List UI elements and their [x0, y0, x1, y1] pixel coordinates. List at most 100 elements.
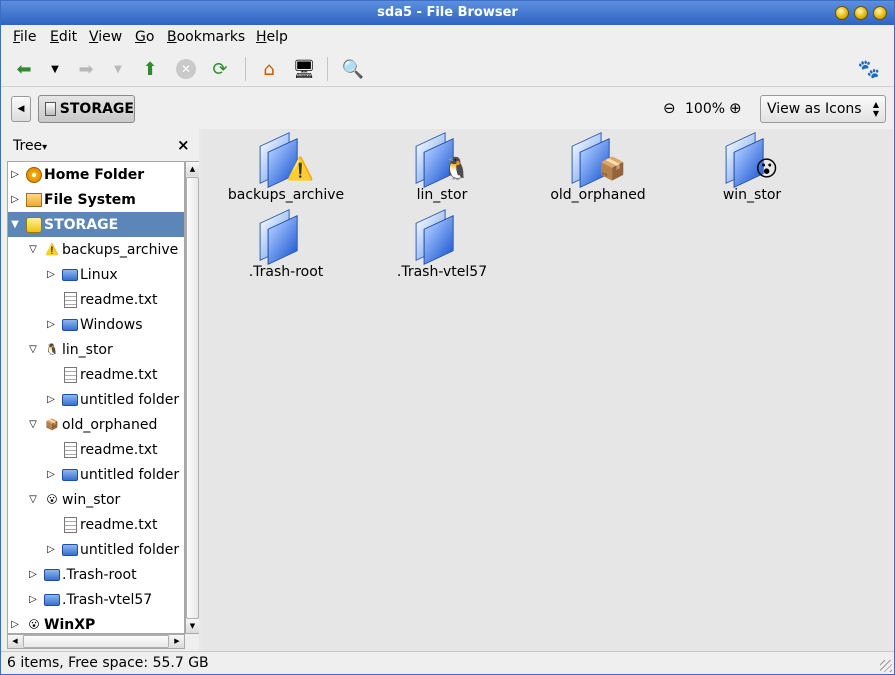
expander-down-icon[interactable]: ▽ [28, 419, 38, 430]
folder-icon: 📦 [571, 132, 626, 188]
folder-icon [44, 592, 60, 608]
scroll-down-arrow-icon[interactable]: ▼ [186, 619, 199, 633]
scroll-right-arrow-icon[interactable]: ▶ [170, 635, 184, 648]
tree-row-linux[interactable]: ▷ Linux [8, 262, 184, 287]
home-folder-icon [26, 166, 42, 183]
maximize-button[interactable] [854, 6, 868, 20]
expander-right-icon[interactable]: ▷ [46, 469, 56, 480]
resize-grip-icon[interactable] [880, 660, 892, 672]
expander-right-icon[interactable]: ▷ [10, 169, 20, 180]
scroll-left-arrow-icon[interactable]: ◀ [8, 635, 22, 648]
sidebar-type-select[interactable]: Tree▾ [13, 138, 47, 154]
tree-row-label: old_orphaned [62, 416, 158, 433]
path-button-storage[interactable]: STORAGE [38, 95, 135, 123]
path-scroll-left-button[interactable]: ◀ [11, 96, 31, 122]
location-bar: ◀ STORAGE ⊖ 100% ⊕ View as Icons ▲ ▼ [1, 89, 894, 127]
tree-row-trash-root[interactable]: ▷ .Trash-root [8, 562, 184, 587]
tree-row-lin-stor[interactable]: ▽ 🐧 lin_stor [8, 337, 184, 362]
scroll-up-arrow-icon[interactable]: ▲ [186, 162, 199, 176]
search-icon[interactable]: 🔍 [340, 56, 366, 82]
tree-row-readme[interactable]: readme.txt [8, 437, 184, 462]
gnome-foot-icon: 🐾 [857, 58, 881, 80]
forward-history-chevron-down-icon[interactable]: ▼ [111, 56, 125, 82]
tree-row-label: readme.txt [80, 291, 158, 308]
tree-row-file-system[interactable]: ▷ File System [8, 187, 184, 212]
tree-row-windows[interactable]: ▷ Windows [8, 312, 184, 337]
expander-right-icon[interactable]: ▷ [28, 569, 38, 580]
tree-view[interactable]: ▷ Home Folder ▷ File System ▼ STORAGE ▽ … [7, 161, 185, 634]
menu-help[interactable]: Help [256, 29, 288, 45]
expander-right-icon[interactable]: ▷ [10, 619, 20, 630]
close-sidebar-icon[interactable]: × [177, 136, 190, 154]
tree-row-untitled-folder[interactable]: ▷ untitled folder [8, 537, 184, 562]
folder-item-trash-vtel57[interactable]: .Trash-vtel57 [367, 209, 517, 284]
expander-right-icon[interactable]: ▷ [46, 319, 56, 330]
tree-row-readme[interactable]: readme.txt [8, 287, 184, 312]
tree-row-label: .Trash-vtel57 [62, 591, 153, 608]
expander-down-icon[interactable]: ▽ [28, 494, 38, 505]
stop-icon[interactable]: ✕ [173, 56, 199, 82]
close-window-button[interactable] [873, 6, 887, 20]
expander-right-icon[interactable]: ▷ [10, 194, 20, 205]
package-folder-icon: 📦 [45, 418, 59, 431]
tree-row-backups-archive[interactable]: ▽ ⚠️ backups_archive [8, 237, 184, 262]
icon-view[interactable]: ⚠️ backups_archive 🐧 lin_stor 📦 old_orph… [203, 129, 893, 651]
scrollbar-thumb[interactable] [23, 635, 169, 648]
tree-row-untitled-folder[interactable]: ▷ untitled folder [8, 387, 184, 412]
menu-bookmarks[interactable]: Bookmarks [167, 29, 245, 45]
zoom-out-icon[interactable]: ⊖ [663, 99, 676, 117]
back-history-chevron-down-icon[interactable]: ▼ [48, 56, 62, 82]
folder-item-old-orphaned[interactable]: 📦 old_orphaned [523, 132, 673, 207]
text-file-icon [62, 291, 78, 308]
tree-row-readme[interactable]: readme.txt [8, 512, 184, 537]
folder-item-win-stor[interactable]: 😮 win_stor [677, 132, 827, 207]
expander-down-icon[interactable]: ▼ [10, 219, 20, 230]
title-bar[interactable]: sda5 - File Browser [1, 1, 894, 25]
folder-icon [62, 467, 78, 483]
tree-row-win-stor[interactable]: ▽ 😮 win_stor [8, 487, 184, 512]
tree-row-old-orphaned[interactable]: ▽ 📦 old_orphaned [8, 412, 184, 437]
scared-face-drive-icon: 😮 [28, 618, 40, 631]
tree-row-winxp[interactable]: ▷ 😮 WinXP [8, 612, 184, 633]
home-icon[interactable]: ⌂ [256, 56, 282, 82]
drive-icon [26, 216, 42, 233]
expander-down-icon[interactable]: ▽ [28, 244, 38, 255]
expander-right-icon[interactable]: ▷ [46, 269, 56, 280]
scrollbar-thumb[interactable] [186, 177, 199, 619]
item-name: .Trash-vtel57 [396, 264, 488, 280]
expander-down-icon[interactable]: ▽ [28, 344, 38, 355]
expander-right-icon[interactable]: ▷ [46, 394, 56, 405]
tree-row-label: readme.txt [80, 441, 158, 458]
menu-view[interactable]: View [89, 29, 122, 45]
computer-icon[interactable]: 🖥 [291, 56, 317, 82]
tree-row-label: Home Folder [44, 166, 145, 183]
menu-edit[interactable]: Edit [50, 29, 77, 45]
tree-row-home-folder[interactable]: ▷ Home Folder [8, 162, 184, 187]
tree-row-label: lin_stor [62, 341, 113, 358]
item-name: .Trash-root [248, 264, 324, 280]
back-arrow-icon[interactable]: ⬅ [11, 56, 37, 82]
tree-row-storage[interactable]: ▼ STORAGE [8, 212, 184, 237]
tree-row-label: untitled folder [80, 466, 180, 483]
zoom-in-icon[interactable]: ⊕ [729, 99, 742, 117]
tree-row-trash-vtel57[interactable]: ▷ .Trash-vtel57 [8, 587, 184, 612]
tree-row-readme[interactable]: readme.txt [8, 362, 184, 387]
folder-item-trash-root[interactable]: .Trash-root [211, 209, 361, 284]
tree-row-untitled-folder[interactable]: ▷ untitled folder [8, 462, 184, 487]
forward-arrow-icon[interactable]: ➡ [73, 56, 99, 82]
folder-item-lin-stor[interactable]: 🐧 lin_stor [367, 132, 517, 207]
tree-row-label: untitled folder [80, 391, 180, 408]
tree-horizontal-scrollbar[interactable]: ◀ ▶ [7, 634, 185, 649]
tree-vertical-scrollbar[interactable]: ▲ ▼ [185, 161, 200, 634]
menu-go[interactable]: Go [135, 29, 154, 45]
folder-item-backups-archive[interactable]: ⚠️ backups_archive [211, 132, 361, 207]
reload-icon[interactable]: ⟳ [207, 56, 233, 82]
view-mode-select[interactable]: View as Icons ▲ ▼ [760, 95, 886, 123]
up-arrow-icon[interactable]: ⬆ [137, 56, 163, 82]
item-name: old_orphaned [550, 187, 646, 203]
minimize-button[interactable] [835, 6, 849, 20]
expander-right-icon[interactable]: ▷ [28, 594, 38, 605]
menu-file[interactable]: File [13, 29, 36, 45]
expander-right-icon[interactable]: ▷ [46, 544, 56, 555]
zoom-level[interactable]: 100% [685, 101, 725, 117]
